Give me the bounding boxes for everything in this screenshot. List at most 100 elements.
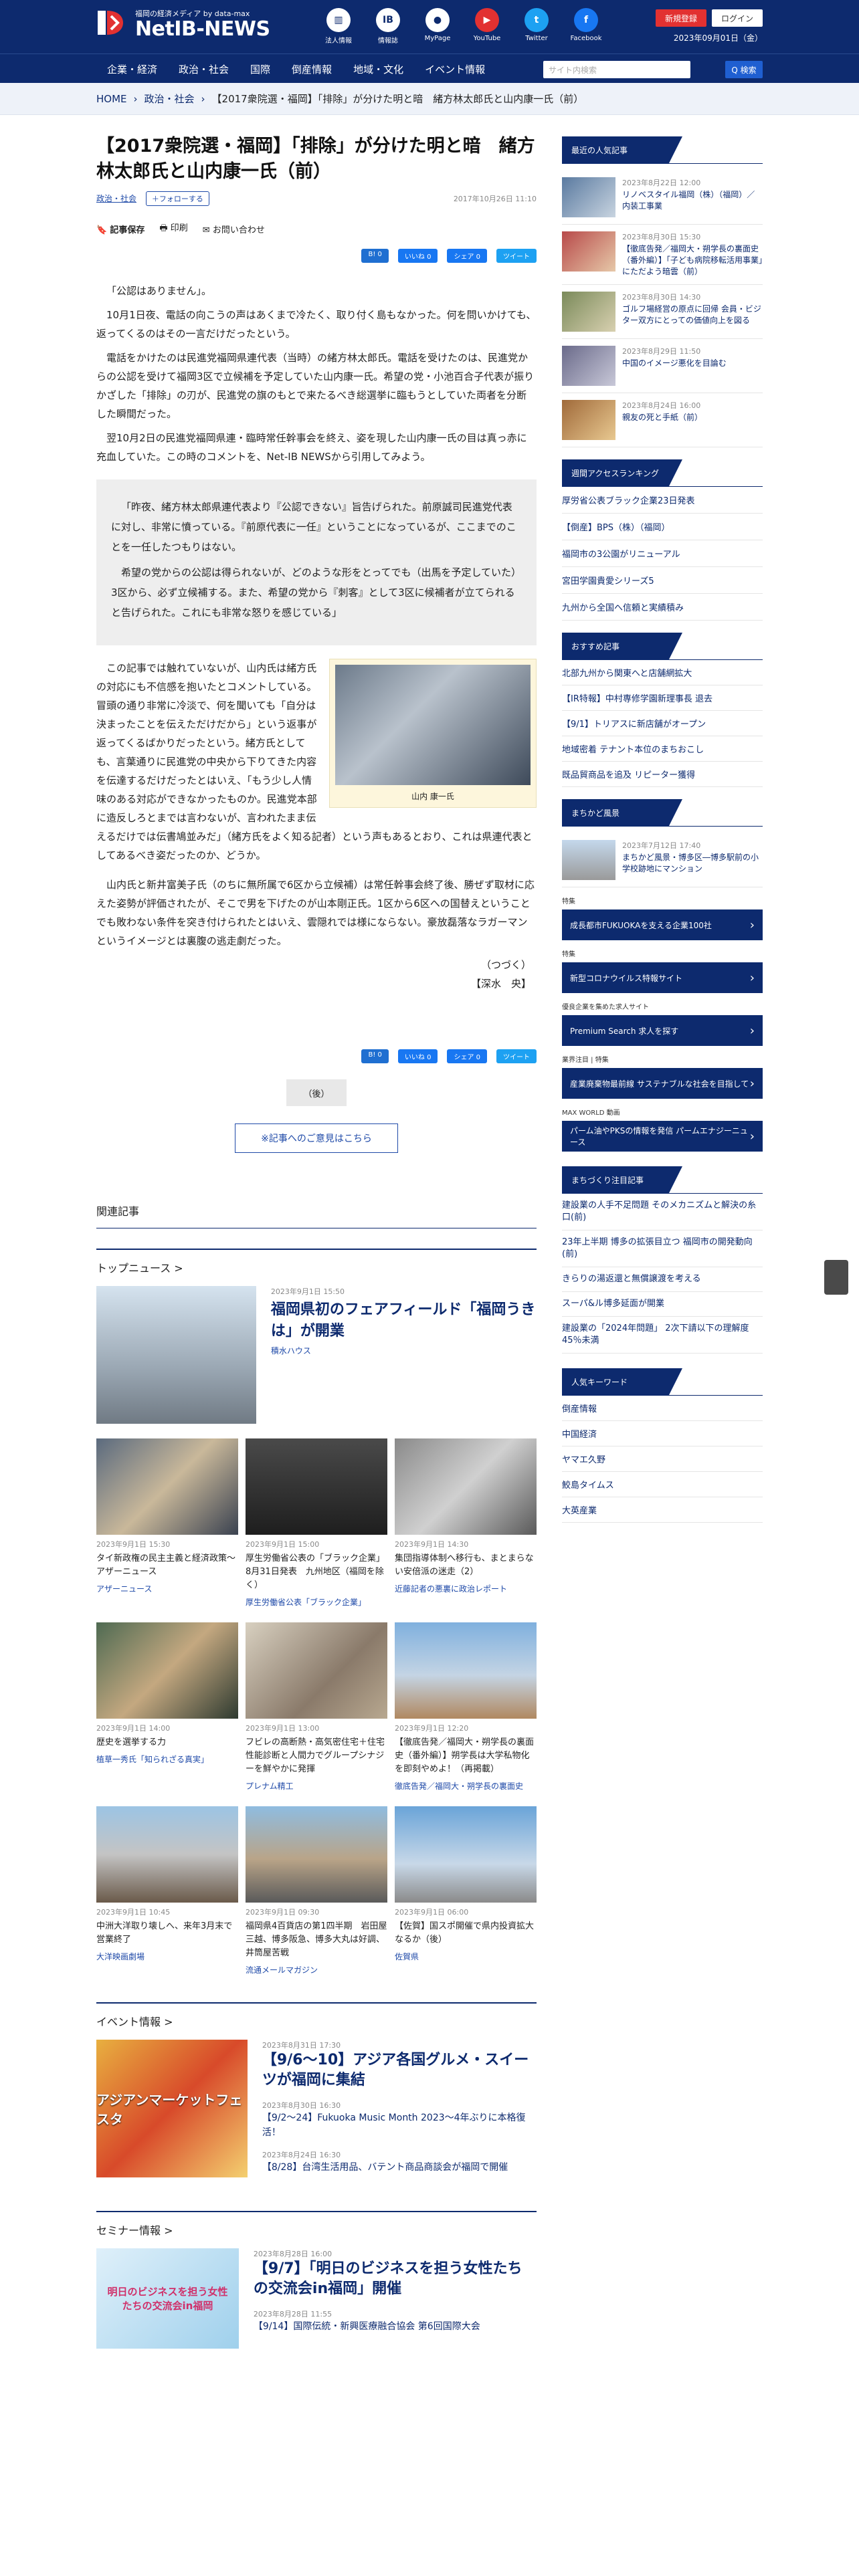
hatena-bookmark-button[interactable]: B! 0 <box>361 249 389 263</box>
top-news-heading[interactable]: トップニュース > <box>96 1250 537 1275</box>
register-button[interactable]: 新規登録 <box>656 9 706 27</box>
header-link-bulletin[interactable]: IB 情報誌 <box>371 8 405 45</box>
search-input[interactable]: サイト内検索 <box>543 61 690 78</box>
keyword-item[interactable]: 大英産業 <box>562 1497 763 1523</box>
news-grid-item[interactable]: 2023年9月1日 14:00 歴史を選挙する力 植草一秀氏「知られざる真実」 <box>96 1622 238 1792</box>
scroll-to-top-button[interactable] <box>824 1260 848 1295</box>
news-source[interactable]: 近藤記者の悪裏に政治レポート <box>395 1583 537 1594</box>
news-grid-item[interactable]: 2023年9月1日 09:30 福岡県4百貨店の第1四半期 岩田屋三越、博多阪急、… <box>246 1806 387 1975</box>
town-item[interactable]: きらりの湯返還と無償譲渡を考える <box>562 1267 763 1292</box>
keyword-item[interactable]: 倒産情報 <box>562 1396 763 1421</box>
recent-item[interactable]: 2023年8月30日 14:30 ゴルフ場経営の原点に回帰 会員・ビジター双方にと… <box>562 285 763 339</box>
news-thumbnail <box>96 1806 238 1903</box>
recommend-item[interactable]: 【9/1】トリアスに新店舗がオープン <box>562 711 763 736</box>
walk-item[interactable]: 2023年7月12日 17:40 まちかど風景・博多区―博多駅前の小学校跡地にマン… <box>562 833 763 887</box>
hatena-bookmark-button[interactable]: B! 0 <box>361 1049 389 1063</box>
news-grid-item[interactable]: 2023年9月1日 13:00 フビレの高断熱・高気密住宅＋住宅性能診断と人間力で… <box>246 1622 387 1792</box>
ranking-item[interactable]: 九州から全国へ信頼と実績積み <box>562 594 763 621</box>
contact-button[interactable]: ✉ お問い合わせ <box>203 223 265 235</box>
login-button[interactable]: ログイン <box>712 9 763 27</box>
town-heading: まちづくり注目記事 <box>562 1166 682 1193</box>
article-category[interactable]: 政治・社会 <box>96 194 136 203</box>
news-grid-item[interactable]: 2023年9月1日 10:45 中洲大洋取り壊しへ、来年3月末で営業終了 大洋映画劇… <box>96 1806 238 1975</box>
news-grid-item[interactable]: 2023年9月1日 12:20 【徹底告発／福岡大・朔学長の裏面史（番外編）】朔学… <box>395 1622 537 1792</box>
seminar-item[interactable]: 2023年8月28日 16:00 【9/7】「明日のビジネスを担う女性たちの交流会… <box>254 2248 537 2299</box>
facebook-share-button[interactable]: シェア 0 <box>447 249 487 263</box>
news-source[interactable]: プレナム精工 <box>246 1780 387 1792</box>
recommend-item[interactable]: 既品貿商品を追及 リピーター獲得 <box>562 762 763 787</box>
news-source[interactable]: 厚生労働省公表「ブラック企業」 <box>246 1596 387 1608</box>
town-item[interactable]: 建設業の人手不足問題 そのメカニズムと解決の糸口(前) <box>562 1194 763 1230</box>
site-logo[interactable]: 福岡の経済メディア by data-max NetIB-NEWS <box>96 8 270 41</box>
facebook-like-button[interactable]: いいね 0 <box>397 249 438 263</box>
opinion-button[interactable]: ※記事へのご意見はこちら <box>235 1123 398 1153</box>
nav-item-region[interactable]: 地域・文化 <box>343 62 414 76</box>
news-grid-item[interactable]: 2023年9月1日 15:30 タイ新政権の民主主義と経済政策～アザーニュース アザ… <box>96 1438 238 1608</box>
news-grid-item[interactable]: 2023年9月1日 15:00 厚生労働省公表の「ブラック企業」 8月31日発表 … <box>246 1438 389 1608</box>
ranking-item[interactable]: 【倒産】BPS（株）（福岡） <box>562 514 763 540</box>
keyword-item[interactable]: 中国経済 <box>562 1421 763 1446</box>
news-source[interactable]: 流通メールマガジン <box>246 1964 387 1975</box>
news-source[interactable]: アザーニュース <box>96 1583 238 1594</box>
recent-item[interactable]: 2023年8月24日 16:00 親友の死と手紙（前） <box>562 393 763 447</box>
nav-item-events[interactable]: イベント情報 <box>414 62 496 76</box>
news-title: 厚生労働省公表の「ブラック企業」 8月31日発表 九州地区（福岡を除く） <box>246 1553 389 1590</box>
next-article-button[interactable]: （後） <box>286 1079 347 1106</box>
ranking-item[interactable]: 厚労省公表ブラック企業23日発表 <box>562 487 763 514</box>
keyword-item[interactable]: ヤマエ久野 <box>562 1446 763 1472</box>
header-link-youtube[interactable]: ▶ YouTube <box>470 8 504 45</box>
town-item[interactable]: 23年上半期 博多の拡張目立つ 福岡市の開発動向(前) <box>562 1230 763 1267</box>
feature-banner[interactable]: 新型コロナウイルス特報サイト <box>562 962 763 993</box>
recommend-item[interactable]: 地域密着 テナント本位のまちおこし <box>562 736 763 762</box>
breadcrumb-home[interactable]: HOME <box>96 93 127 105</box>
event-item[interactable]: 2023年8月30日 16:30 【9/2～24】Fukuoka Music Mo… <box>262 2100 537 2140</box>
article-paragraph: 山内氏と新井富美子氏（のちに無所属で6区から立候補）は常任幹事会終了後、勝ぜず取… <box>96 879 535 947</box>
header-link-twitter[interactable]: t Twitter <box>519 8 554 45</box>
seminar-image[interactable]: 明日のビジネスを担う女性たちの交流会in福岡 <box>96 2248 239 2349</box>
event-image[interactable]: アジアンマーケットフェスタ <box>96 2040 248 2177</box>
news-source[interactable]: 佐賀県 <box>395 1951 537 1962</box>
tweet-button[interactable]: ツイート <box>496 1049 537 1063</box>
seminar-item[interactable]: 2023年8月28日 11:55 【9/14】国際伝統・新興医療融合協会 第6回国… <box>254 2309 537 2334</box>
save-article-button[interactable]: 🔖 記事保存 <box>96 223 145 235</box>
feature-banner[interactable]: 産業廃棄物最前線 サステナブルな社会を目指して <box>562 1068 763 1099</box>
facebook-like-button[interactable]: いいね 0 <box>397 1049 438 1063</box>
follow-button[interactable]: ＋フォローする <box>145 191 209 206</box>
news-source[interactable]: 大洋映画劇場 <box>96 1951 238 1962</box>
header-link-facebook[interactable]: f Facebook <box>569 8 603 45</box>
facebook-share-button[interactable]: シェア 0 <box>447 1049 487 1063</box>
recent-item[interactable]: 2023年8月30日 15:30 【徹底告発／福岡大・朔学長の裏面史（番外編）】「… <box>562 225 763 285</box>
news-grid-item[interactable]: 2023年9月1日 14:30 集団指導体制へ移行も、まとまらない安倍派の迷走（2… <box>395 1438 537 1608</box>
nav-item-business[interactable]: 企業・経済 <box>96 62 168 76</box>
town-item[interactable]: 建設業の「2024年問題」 2次下請以下の理解度45％未満 <box>562 1317 763 1354</box>
recommend-item[interactable]: 【IR特報】中村専修学園新理事長 退去 <box>562 685 763 711</box>
header-link-mypage[interactable]: ● MyPage <box>420 8 455 45</box>
news-grid-item[interactable]: 2023年9月1日 06:00 【佐賀】国スポ開催で県内投資拡大なるか（後） 佐賀県 <box>395 1806 537 1975</box>
recommend-item[interactable]: 北部九州から関東へと店舗網拡大 <box>562 660 763 685</box>
feature-banner[interactable]: 成長都市FUKUOKAを支える企業100社 <box>562 909 763 940</box>
keyword-item[interactable]: 鮫島タイムス <box>562 1472 763 1497</box>
print-button[interactable]: 🖶 印刷 <box>159 221 187 237</box>
feature-banner[interactable]: パーム油やPKSの情報を発信 パームエナジーニュース <box>562 1121 763 1152</box>
breadcrumb-category[interactable]: 政治・社会 <box>145 92 195 106</box>
town-item[interactable]: スーパ&ル博多延面が開業 <box>562 1292 763 1317</box>
tweet-button[interactable]: ツイート <box>496 249 537 263</box>
event-item[interactable]: 2023年8月24日 16:30 【8/28】台湾生活用品、バテント商品商談会が福… <box>262 2149 537 2175</box>
events-heading[interactable]: イベント情報 > <box>96 2004 537 2029</box>
recent-item[interactable]: 2023年8月22日 12:00 リノベスタイル福岡（株）（福岡）／内装工事業 <box>562 171 763 225</box>
header-link-corporate[interactable]: ▥ 法人情報 <box>321 8 356 45</box>
news-source[interactable]: 徹底告発／福岡大・朔学長の裏面史 <box>395 1780 537 1792</box>
seminar-heading[interactable]: セミナー情報 > <box>96 2212 537 2238</box>
news-source[interactable]: 植草一秀氏「知られざる真実」 <box>96 1753 238 1765</box>
ranking-item[interactable]: 宮田学園貴愛シリーズ5 <box>562 567 763 594</box>
nav-item-bankruptcy[interactable]: 倒産情報 <box>281 62 343 76</box>
nav-item-politics[interactable]: 政治・社会 <box>168 62 240 76</box>
recent-item[interactable]: 2023年8月29日 11:50 中国のイメージ悪化を目論む <box>562 339 763 393</box>
ranking-item[interactable]: 福岡市の3公園がリニューアル <box>562 540 763 567</box>
feature-banner[interactable]: Premium Search 求人を探す <box>562 1015 763 1046</box>
search-button[interactable]: Q 検索 <box>725 61 763 78</box>
top-news-feature[interactable]: 2023年9月1日 15:50 福岡県初のフェアフィールド「福岡うきは」が開業 … <box>96 1286 537 1424</box>
event-item[interactable]: 2023年8月31日 17:30 【9/6～10】アジア各国グルメ・スイーツが福岡… <box>262 2040 537 2090</box>
feature-source[interactable]: 積水ハウス <box>271 1345 537 1356</box>
nav-item-international[interactable]: 国際 <box>240 62 281 76</box>
